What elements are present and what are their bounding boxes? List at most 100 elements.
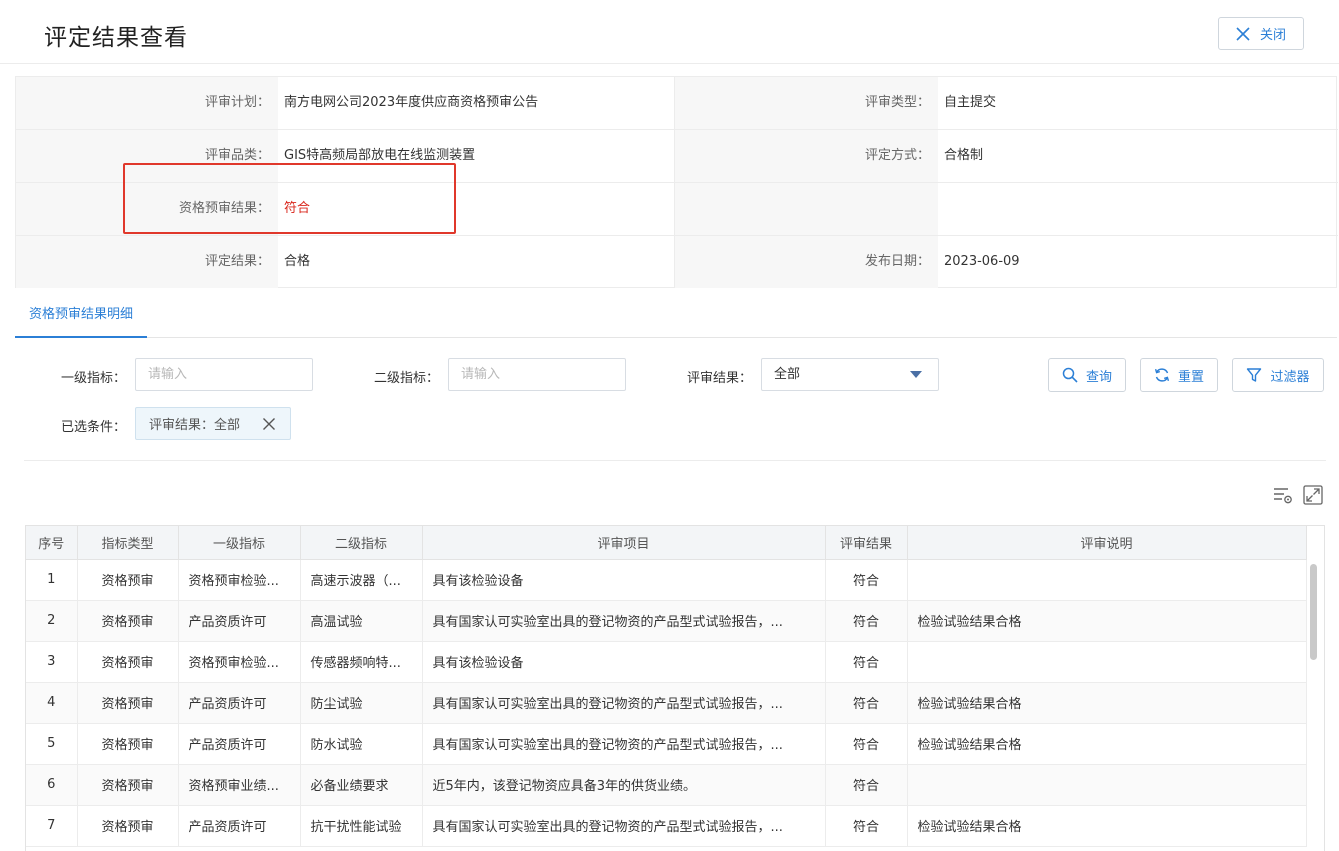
cell-level1: 资格预审检验... <box>178 641 301 683</box>
info-row: 评审计划： 南方电网公司2023年度供应商资格预审公告 评审类型： 自主提交 <box>16 77 1338 130</box>
funnel-icon <box>1247 368 1262 382</box>
cell-item: 具有国家认可实验室出具的登记物资的产品型式试验报告，... <box>422 600 826 642</box>
query-button-label: 查询 <box>1085 369 1112 385</box>
info-panel: 评审计划： 南方电网公司2023年度供应商资格预审公告 评审类型： 自主提交 评… <box>15 76 1338 289</box>
filter-button-label: 过滤器 <box>1270 369 1310 385</box>
reset-button[interactable]: 重置 <box>1140 358 1218 392</box>
column-header[interactable]: 一级指标 <box>178 526 301 560</box>
cell-level2: 防水试验 <box>300 723 423 765</box>
scrollbar-thumb[interactable] <box>1310 564 1317 660</box>
caret-down-icon <box>910 371 922 378</box>
level2-input[interactable] <box>448 358 626 391</box>
table-row[interactable]: 6 资格预审 资格预审业绩... 必备业绩要求 近5年内，该登记物资应具备3年的… <box>26 764 1307 806</box>
level1-input[interactable] <box>135 358 313 391</box>
cell-type: 资格预审 <box>77 641 179 683</box>
table-row[interactable]: 3 资格预审 资格预审检验... 传感器频响特... 具有该检验设备 符合 <box>26 641 1307 683</box>
search-icon <box>1062 367 1078 383</box>
page-title: 评定结果查看 <box>44 25 188 51</box>
result-select-value: 全部 <box>774 367 801 382</box>
filter-button[interactable]: 过滤器 <box>1232 358 1324 392</box>
remove-icon[interactable] <box>262 417 276 431</box>
table-row[interactable]: 2 资格预审 产品资质许可 高温试验 具有国家认可实验室出具的登记物资的产品型式… <box>26 600 1307 642</box>
cell-level2: 抗干扰性能试验 <box>300 805 423 847</box>
cell-level2: 传感器频响特... <box>300 641 423 683</box>
cell-type: 资格预审 <box>77 723 179 765</box>
cell-level1: 产品资质许可 <box>178 682 301 724</box>
prequal-result-value: 符合 <box>284 201 311 216</box>
cell-result: 符合 <box>825 764 908 806</box>
info-label: 发布日期： <box>674 236 938 288</box>
info-label: 评审计划： <box>16 77 278 129</box>
cell-note: 检验试验结果合格 <box>907 723 1307 765</box>
cell-level1: 产品资质许可 <box>178 805 301 847</box>
tab-bar: 资格预审结果明细 <box>15 296 1337 338</box>
cell-item: 具有国家认可实验室出具的登记物资的产品型式试验报告，... <box>422 682 826 724</box>
cell-level1: 产品资质许可 <box>178 723 301 765</box>
result-table: 序号 指标类型 一级指标 二级指标 评审项目 评审结果 评审说明 1 资格预审 … <box>25 525 1325 851</box>
result-label: 评审结果： <box>687 371 753 386</box>
top-bar: 评定结果查看 关闭 <box>0 0 1339 64</box>
reset-button-label: 重置 <box>1177 369 1204 385</box>
close-button[interactable]: 关闭 <box>1218 17 1304 50</box>
column-header[interactable]: 序号 <box>26 526 78 560</box>
refresh-icon <box>1154 368 1170 382</box>
cell-item: 具有国家认可实验室出具的登记物资的产品型式试验报告，... <box>422 805 826 847</box>
cell-level1: 资格预审业绩... <box>178 764 301 806</box>
info-label: 评定方式： <box>674 130 938 182</box>
cell-level1: 产品资质许可 <box>178 600 301 642</box>
info-label: 评审品类： <box>16 130 278 182</box>
cell-item: 具有该检验设备 <box>422 559 826 601</box>
cell-result: 符合 <box>825 805 908 847</box>
info-row: 评定结果： 合格 发布日期： 2023-06-09 <box>16 236 1338 289</box>
column-settings-icon[interactable] <box>1272 484 1294 506</box>
cell-type: 资格预审 <box>77 764 179 806</box>
info-row: 资格预审结果： 符合 <box>16 183 1338 236</box>
info-value: 合格制 <box>944 148 984 163</box>
column-header[interactable]: 评审说明 <box>907 526 1307 560</box>
cell-index: 2 <box>26 600 78 642</box>
table-scrollbar[interactable] <box>1310 560 1318 851</box>
cell-item: 近5年内，该登记物资应具备3年的供货业绩。 <box>422 764 826 806</box>
cell-result: 符合 <box>825 723 908 765</box>
table-header-row: 序号 指标类型 一级指标 二级指标 评审项目 评审结果 评审说明 <box>26 526 1307 560</box>
fullscreen-icon[interactable] <box>1302 484 1324 506</box>
cell-note: 检验试验结果合格 <box>907 805 1307 847</box>
result-select[interactable]: 全部 <box>761 358 939 391</box>
table-row[interactable]: 1 资格预审 资格预审检验... 高速示波器（... 具有该检验设备 符合 <box>26 559 1307 601</box>
info-label: 评定结果： <box>16 236 278 288</box>
table-row[interactable]: 5 资格预审 产品资质许可 防水试验 具有国家认可实验室出具的登记物资的产品型式… <box>26 723 1307 765</box>
cell-type: 资格预审 <box>77 600 179 642</box>
info-label <box>674 183 938 235</box>
cell-level2: 高温试验 <box>300 600 423 642</box>
close-button-label: 关闭 <box>1259 28 1286 43</box>
close-icon <box>1236 26 1250 41</box>
selected-condition-chip: 评审结果：全部 <box>135 407 291 440</box>
info-value: GIS特高频局部放电在线监测装置 <box>284 148 476 163</box>
cell-level2: 必备业绩要求 <box>300 764 423 806</box>
cell-result: 符合 <box>825 641 908 683</box>
cell-level1: 资格预审检验... <box>178 559 301 601</box>
cell-index: 7 <box>26 805 78 847</box>
column-header[interactable]: 评审结果 <box>825 526 908 560</box>
cell-index: 4 <box>26 682 78 724</box>
table-row[interactable]: 7 资格预审 产品资质许可 抗干扰性能试验 具有国家认可实验室出具的登记物资的产… <box>26 805 1307 847</box>
cell-type: 资格预审 <box>77 559 179 601</box>
cell-level2: 防尘试验 <box>300 682 423 724</box>
table-row[interactable]: 4 资格预审 产品资质许可 防尘试验 具有国家认可实验室出具的登记物资的产品型式… <box>26 682 1307 724</box>
info-value: 2023-06-09 <box>944 254 1020 269</box>
cell-index: 3 <box>26 641 78 683</box>
level2-label: 二级指标： <box>374 371 440 386</box>
cell-index: 6 <box>26 764 78 806</box>
column-header[interactable]: 二级指标 <box>300 526 423 560</box>
query-button[interactable]: 查询 <box>1048 358 1126 392</box>
column-header[interactable]: 指标类型 <box>77 526 179 560</box>
cell-item: 具有国家认可实验室出具的登记物资的产品型式试验报告，... <box>422 723 826 765</box>
info-value: 合格 <box>284 254 311 269</box>
tab-prequal-detail[interactable]: 资格预审结果明细 <box>15 296 148 338</box>
selected-conditions-label: 已选条件： <box>61 420 127 435</box>
info-value: 南方电网公司2023年度供应商资格预审公告 <box>284 95 539 110</box>
cell-note <box>907 764 1307 806</box>
column-header[interactable]: 评审项目 <box>422 526 826 560</box>
cell-note: 检验试验结果合格 <box>907 682 1307 724</box>
divider <box>24 460 1326 461</box>
